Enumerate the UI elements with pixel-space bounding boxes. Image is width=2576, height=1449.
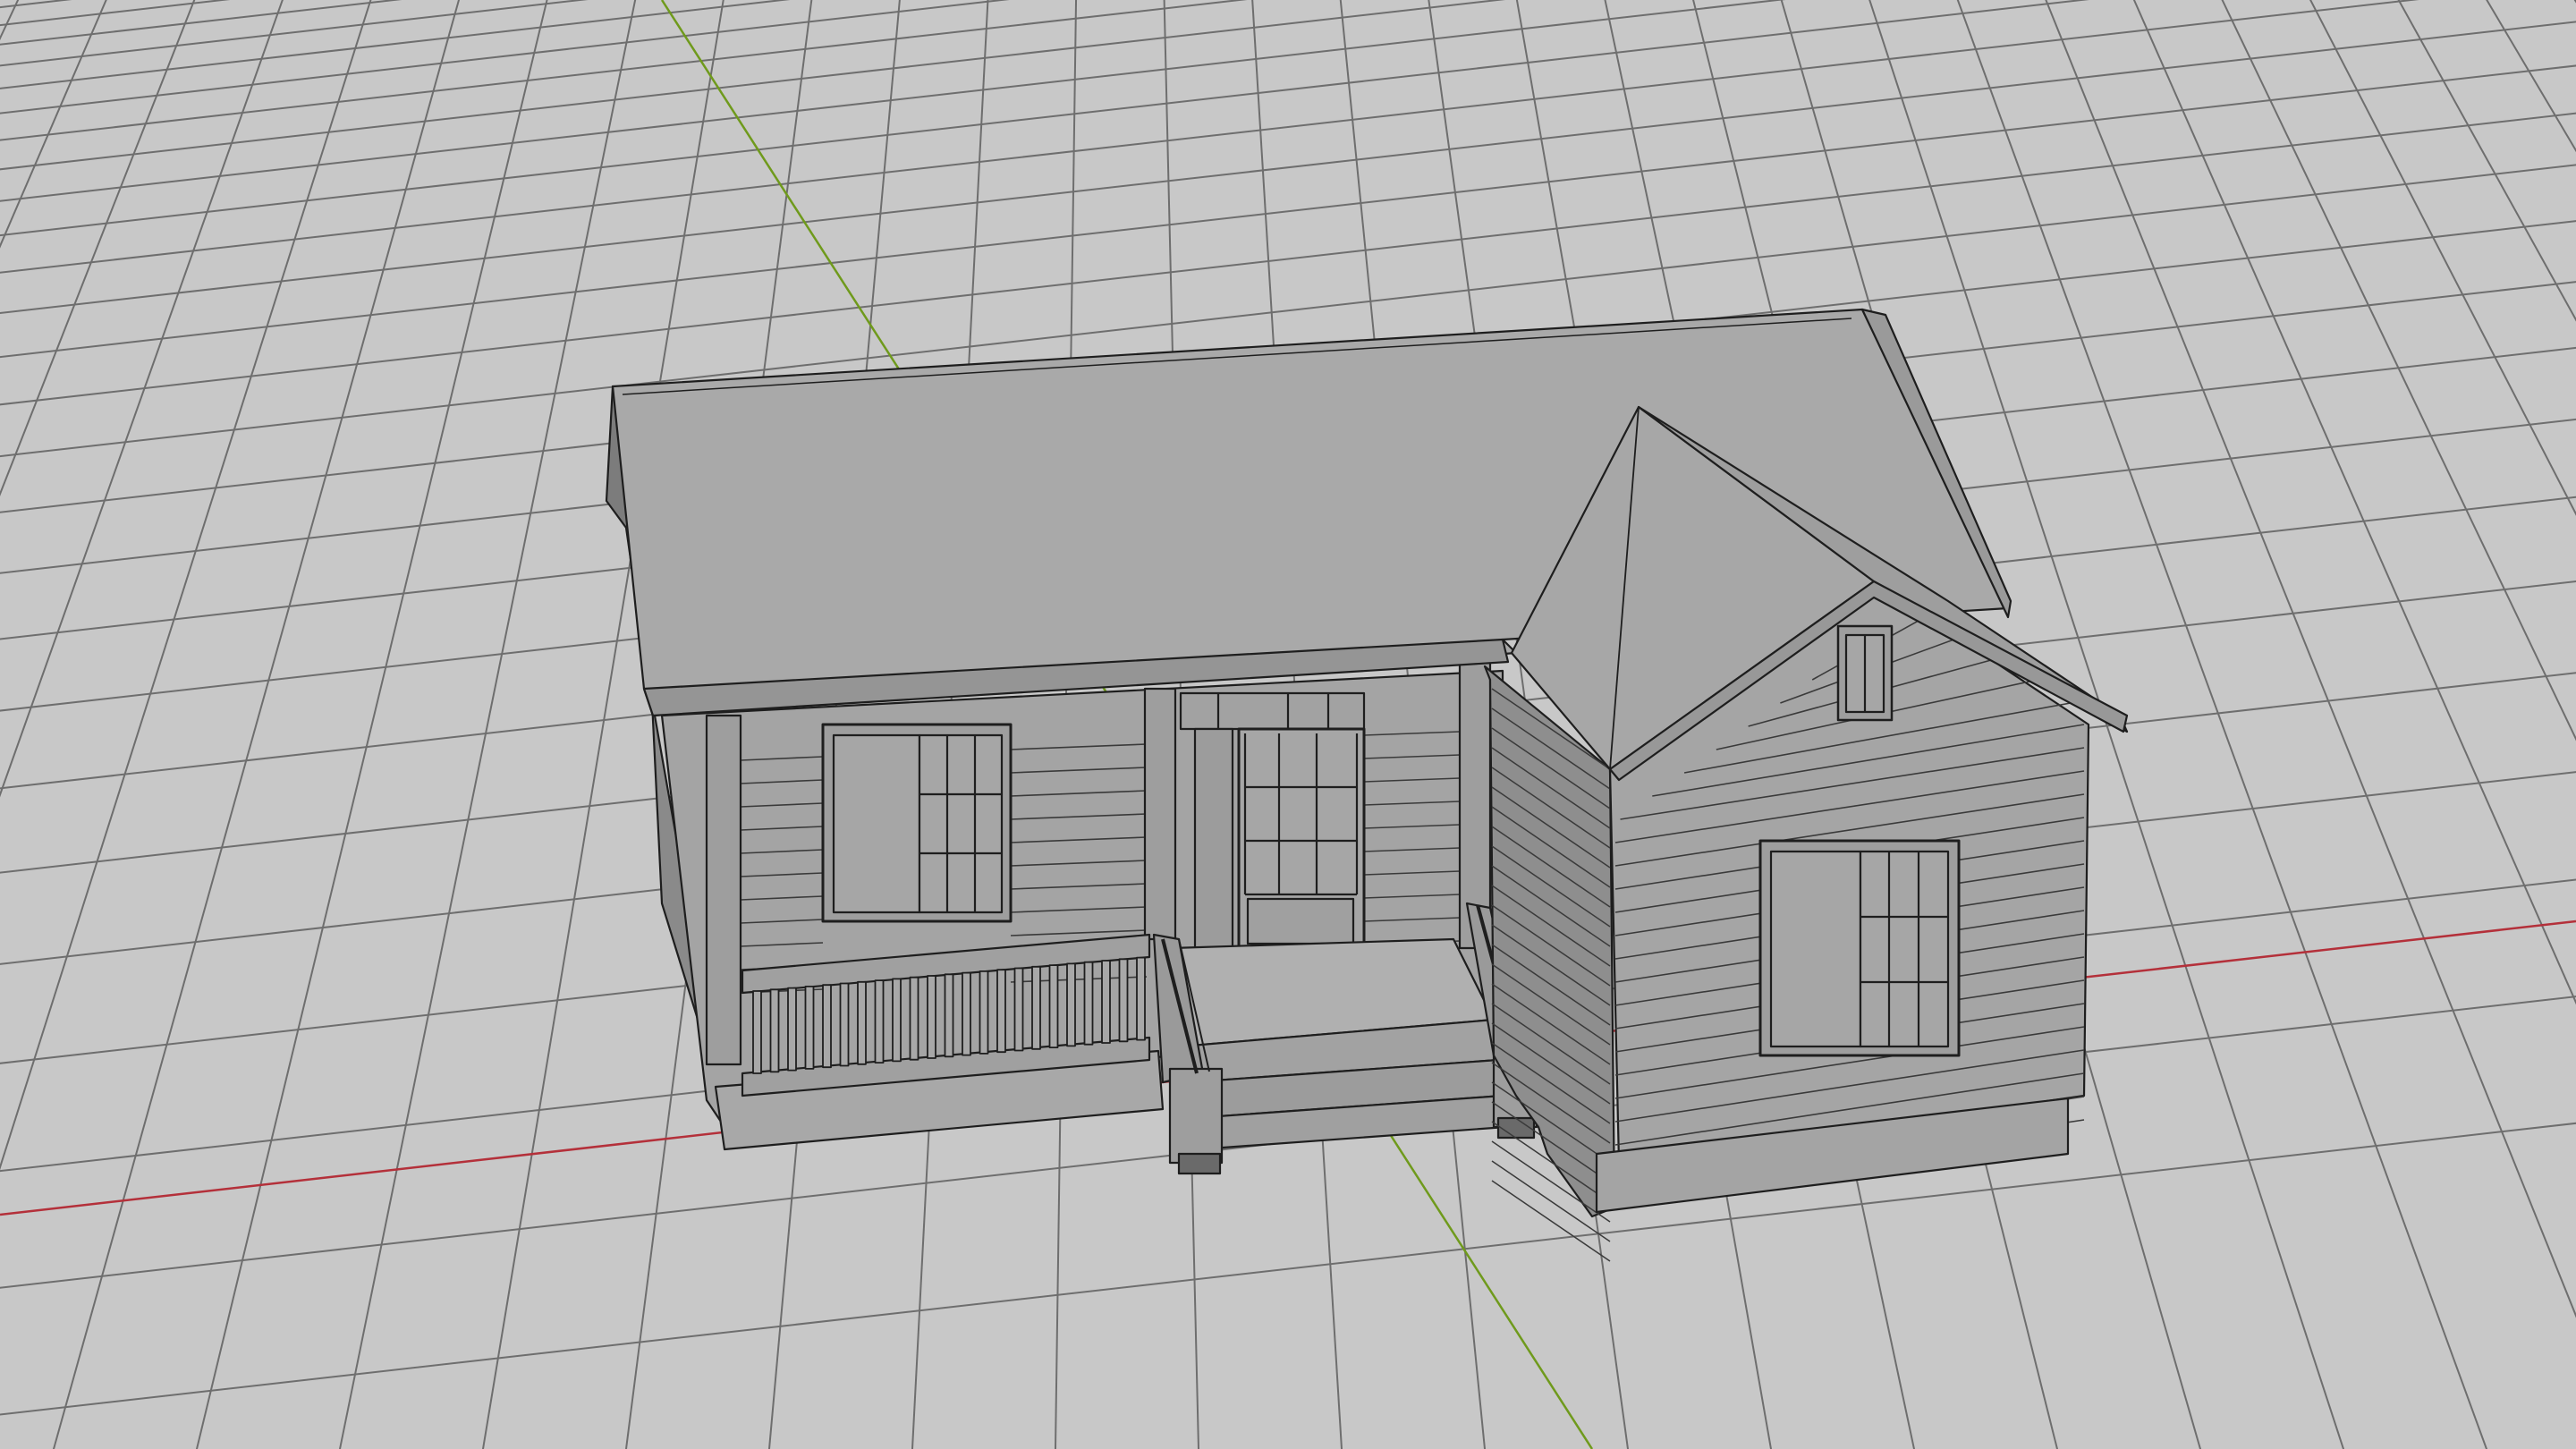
- gable-vent: [1836, 624, 1894, 722]
- railing-baluster: [944, 973, 954, 1058]
- railing-baluster: [962, 971, 971, 1056]
- railing-baluster: [1066, 962, 1076, 1047]
- railing-baluster: [857, 980, 867, 1065]
- railing-baluster: [979, 970, 989, 1055]
- left-window: [821, 723, 1013, 923]
- railing-baluster: [1136, 956, 1146, 1041]
- railing-baluster: [996, 969, 1006, 1054]
- railing-baluster: [1101, 960, 1111, 1044]
- railing-baluster: [909, 976, 919, 1061]
- railing-baluster: [927, 975, 936, 1059]
- right-window: [1758, 839, 1961, 1057]
- railing-baluster: [1048, 964, 1059, 1048]
- railing-baluster: [839, 982, 850, 1067]
- railing-baluster: [804, 986, 815, 1070]
- 3d-viewport[interactable]: [0, 0, 2576, 1449]
- railing-baluster: [1031, 965, 1041, 1050]
- railing-baluster: [1083, 961, 1094, 1046]
- railing-baluster: [1013, 967, 1024, 1052]
- railing-baluster: [769, 988, 780, 1073]
- railing-baluster: [752, 990, 762, 1074]
- porch-post-left: [705, 714, 742, 1066]
- railing-baluster: [1118, 958, 1129, 1043]
- railing-baluster: [822, 984, 832, 1069]
- railing-baluster: [787, 987, 797, 1072]
- porch-post-mid: [1143, 687, 1177, 941]
- front-door[interactable]: [1179, 691, 1366, 959]
- railing-baluster: [892, 978, 902, 1063]
- house-model[interactable]: [605, 308, 2129, 1262]
- railing-baluster: [874, 979, 885, 1063]
